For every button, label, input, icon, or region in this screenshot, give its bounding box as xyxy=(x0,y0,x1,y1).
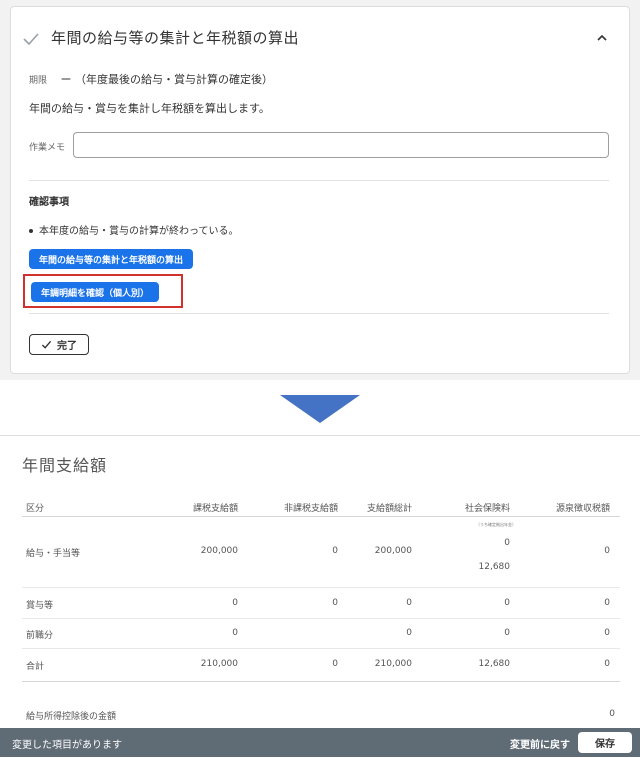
aggregate-button[interactable]: 年間の給与等の集計と年税額の算出 xyxy=(29,249,194,269)
cell-social-sub: 12,680 xyxy=(478,562,511,572)
cell-total: 210,000 xyxy=(374,659,412,669)
done-button[interactable]: 完了 xyxy=(29,334,89,355)
col-header-category: 区分 xyxy=(26,504,45,514)
divider xyxy=(29,313,609,314)
task-card-header[interactable]: 年間の給与等の集計と年税額の算出 xyxy=(11,7,629,69)
divider xyxy=(29,180,609,181)
chevron-up-icon[interactable] xyxy=(595,31,609,45)
section-title: 年間支給額 xyxy=(22,456,108,475)
cell-taxable: 0 xyxy=(232,628,238,638)
cell-social: 12,680 xyxy=(478,659,511,669)
save-button[interactable]: 保存 xyxy=(578,732,632,753)
cell-withholding: 0 xyxy=(604,659,610,669)
col-header-social: 社会保険料 xyxy=(464,504,510,514)
task-description: 年間の給与・賞与を集計し年税額を算出します。 xyxy=(29,102,270,115)
cell-withholding: 0 xyxy=(604,598,610,608)
col-header-nontaxable: 非課税支給額 xyxy=(283,504,338,514)
task-panel: 年間の給与等の集計と年税額の算出 期限 ー （年度最後の給与・賞与計算の確定後）… xyxy=(0,0,640,380)
down-arrow-icon xyxy=(280,395,360,423)
row-divider xyxy=(22,648,620,649)
row-label: 前職分 xyxy=(26,631,54,641)
cell-nontaxable: 0 xyxy=(332,546,338,556)
done-label: 完了 xyxy=(57,341,77,352)
header-divider xyxy=(22,516,620,517)
check-icon xyxy=(23,33,39,46)
deadline-row: 期限 ー （年度最後の給与・賞与計算の確定後） xyxy=(29,71,273,87)
unsaved-message: 変更した項目があります xyxy=(12,740,122,751)
cell-nontaxable: 0 xyxy=(332,659,338,669)
row-label: 給与・手当等 xyxy=(26,549,81,559)
cell-nontaxable: 0 xyxy=(332,598,338,608)
task-card: 年間の給与等の集計と年税額の算出 期限 ー （年度最後の給与・賞与計算の確定後）… xyxy=(10,6,630,374)
cell-total: 200,000 xyxy=(374,546,412,556)
cell-total: 0 xyxy=(406,628,412,638)
deadline-label: 期限 xyxy=(29,76,48,86)
row-divider xyxy=(22,618,620,619)
col-header-withholding: 源泉徴収税額 xyxy=(555,504,610,514)
cell-social: 0 xyxy=(504,598,510,608)
col-header-taxable: 課税支給額 xyxy=(192,504,238,514)
after-deduction-label: 給与所得控除後の金額 xyxy=(26,712,117,722)
bullet-icon xyxy=(29,229,33,233)
row-label: 合計 xyxy=(26,662,45,672)
row-label: 賞与等 xyxy=(26,601,54,611)
cell-taxable: 200,000 xyxy=(200,546,238,556)
row-divider xyxy=(22,681,620,682)
cell-withholding: 0 xyxy=(604,546,610,556)
confirm-title: 確認事項 xyxy=(29,197,69,208)
confirm-item: 本年度の給与・賞与の計算が終わっている。 xyxy=(29,222,239,237)
cell-total: 0 xyxy=(406,598,412,608)
row-divider xyxy=(22,587,620,588)
memo-label: 作業メモ xyxy=(29,143,66,153)
cell-social: 0 xyxy=(504,538,510,548)
cell-taxable: 0 xyxy=(232,598,238,608)
cell-social: 0 xyxy=(504,628,510,638)
cell-taxable: 210,000 xyxy=(200,659,238,669)
cell-withholding: 0 xyxy=(604,628,610,638)
memo-input[interactable] xyxy=(73,132,609,158)
after-deduction-value: 0 xyxy=(609,709,615,719)
task-title: 年間の給与等の集計と年税額の算出 xyxy=(51,29,300,47)
deadline-value: ー （年度最後の給与・賞与計算の確定後） xyxy=(60,73,274,86)
view-statement-button[interactable]: 年調明細を確認（個人別） xyxy=(31,282,160,302)
unsaved-changes-bar: 変更した項目があります 変更前に戻す 保存 xyxy=(0,728,640,757)
confirm-item-text: 本年度の給与・賞与の計算が終わっている。 xyxy=(39,226,239,237)
social-subnote: （うち確定拠出年金） xyxy=(476,522,516,527)
annual-pay-panel: 年間支給額 区分 課税支給額 非課税支給額 支給額総計 社会保険料 源泉徴収税額… xyxy=(0,435,640,758)
check-icon xyxy=(41,340,52,349)
col-header-total: 支給額総計 xyxy=(366,504,412,514)
revert-button[interactable]: 変更前に戻す xyxy=(510,736,570,751)
